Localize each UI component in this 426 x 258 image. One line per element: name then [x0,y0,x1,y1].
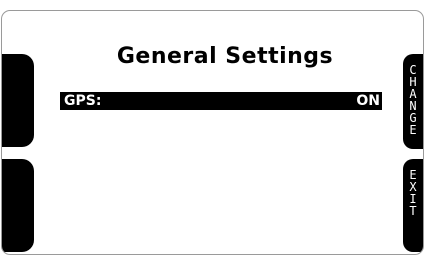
page-title: General Settings [116,44,334,69]
left-softkey-top[interactable] [2,54,34,147]
exit-button[interactable]: E X I T [403,159,423,252]
exit-button-label: E X I T [409,168,417,218]
change-button-label: C H A N G E [409,63,417,137]
change-button[interactable]: C H A N G E [403,54,423,149]
left-softkey-bottom[interactable] [2,159,34,252]
display-screen: General Settings GPS: ON C H A N G E E X… [1,10,424,255]
setting-label: GPS: [64,93,102,109]
setting-value: ON [356,93,380,109]
setting-row-gps[interactable]: GPS: ON [60,92,382,110]
